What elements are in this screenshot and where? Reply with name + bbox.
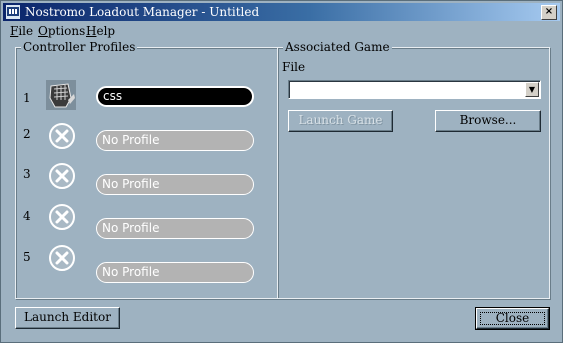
- empty-slot-icon[interactable]: [48, 203, 76, 231]
- gamepad-device-icon: [46, 80, 76, 110]
- empty-slot-icon[interactable]: [48, 244, 76, 272]
- profile-slot-1-field[interactable]: css: [96, 86, 254, 107]
- file-combobox[interactable]: ▼: [288, 80, 541, 99]
- title-bar[interactable]: Nostromo Loadout Manager - Untitled ×: [3, 3, 560, 21]
- app-window: Nostromo Loadout Manager - Untitled × Fi…: [0, 0, 563, 343]
- slot-4-number: 4: [23, 209, 31, 223]
- controller-profiles-legend: Controller Profiles: [21, 40, 138, 54]
- profile-slot-3-field[interactable]: No Profile: [96, 174, 254, 195]
- close-button[interactable]: Close: [475, 307, 550, 330]
- menu-options[interactable]: Options: [38, 24, 85, 38]
- profile-slot-5-field[interactable]: No Profile: [96, 262, 254, 283]
- chevron-down-icon[interactable]: ▼: [525, 82, 539, 97]
- close-icon: ×: [544, 6, 554, 17]
- slot-5-number: 5: [23, 250, 31, 264]
- file-label: File: [282, 60, 306, 74]
- app-icon: [6, 5, 20, 19]
- menu-file[interactable]: File: [10, 24, 33, 38]
- profile-slot-2-field[interactable]: No Profile: [96, 130, 254, 151]
- slot-1-number: 1: [23, 91, 31, 105]
- window-title: Nostromo Loadout Manager - Untitled: [25, 5, 260, 19]
- empty-slot-icon[interactable]: [48, 122, 76, 150]
- slot-3-number: 3: [23, 167, 31, 181]
- launch-game-button[interactable]: Launch Game: [288, 110, 393, 132]
- menu-help[interactable]: Help: [86, 24, 115, 38]
- close-button-label: Close: [495, 311, 530, 325]
- associated-game-legend: Associated Game: [283, 40, 392, 54]
- slot-2-number: 2: [23, 127, 31, 141]
- profile-slot-4-field[interactable]: No Profile: [96, 218, 254, 239]
- browse-button[interactable]: Browse...: [435, 110, 541, 132]
- close-window-button[interactable]: ×: [541, 5, 557, 20]
- empty-slot-icon[interactable]: [48, 162, 76, 190]
- launch-editor-button[interactable]: Launch Editor: [15, 307, 120, 329]
